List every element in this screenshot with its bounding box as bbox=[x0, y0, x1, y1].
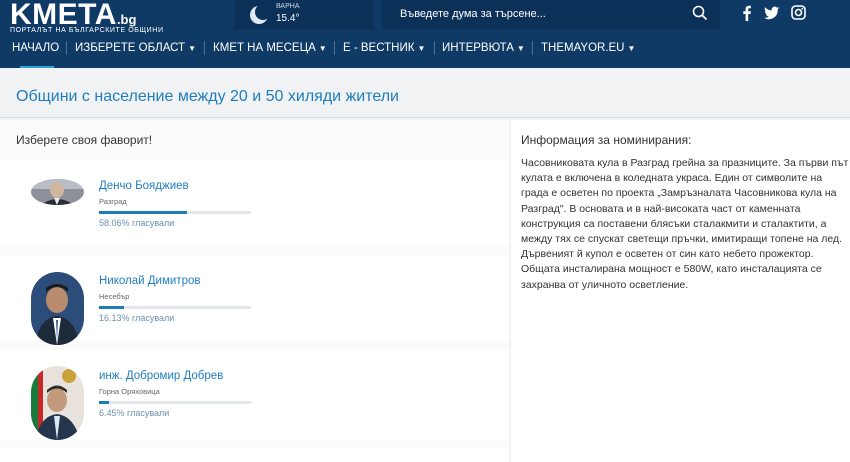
candidate-name[interactable]: Денчо Бояджиев bbox=[99, 180, 189, 192]
nav-item-themayor[interactable]: THEMAYOR.EU ▼ bbox=[541, 42, 635, 54]
nav-divider bbox=[532, 41, 533, 55]
candidate-town: Несебър bbox=[99, 292, 130, 301]
candidate-card[interactable]: инж. Добромир Добрев Горна Оряховица 6.4… bbox=[0, 350, 509, 440]
search-box[interactable]: Въведете дума за търсене... bbox=[382, 0, 720, 30]
active-nav-indicator bbox=[20, 66, 54, 68]
search-input[interactable]: Въведете дума за търсене... bbox=[400, 8, 546, 20]
nav-divider bbox=[334, 41, 335, 55]
moon-icon bbox=[250, 4, 270, 24]
logo-tagline: ПОРТАЛЪТ НА БЪЛГАРСКИТЕ ОБЩИНИ bbox=[10, 27, 164, 34]
candidate-town: Горна Оряховица bbox=[99, 387, 160, 396]
chevron-down-icon: ▼ bbox=[627, 44, 636, 53]
candidate-percent: 58.06% гласували bbox=[99, 218, 175, 228]
instagram-icon[interactable] bbox=[791, 5, 806, 20]
nav-item-home[interactable]: НАЧАЛО bbox=[12, 42, 59, 54]
vote-progress-bar bbox=[99, 401, 251, 404]
weather-city: ВАРНА bbox=[276, 3, 300, 10]
site-header: KMETA.bg ПОРТАЛЪТ НА БЪЛГАРСКИТЕ ОБЩИНИ … bbox=[0, 0, 850, 68]
twitter-icon[interactable] bbox=[764, 5, 780, 21]
chevron-down-icon: ▼ bbox=[188, 44, 196, 53]
candidate-photo bbox=[31, 272, 84, 345]
nav-divider bbox=[66, 41, 67, 55]
candidate-town: Разград bbox=[99, 197, 127, 206]
candidate-percent: 6.45% гласували bbox=[99, 408, 170, 418]
divider bbox=[0, 117, 850, 118]
chevron-down-icon: ▼ bbox=[417, 44, 426, 53]
vote-progress-bar bbox=[99, 211, 251, 214]
chevron-down-icon: ▼ bbox=[318, 44, 327, 53]
vote-progress-fill bbox=[99, 211, 188, 214]
candidate-photo bbox=[31, 366, 84, 440]
candidate-name[interactable]: Николай Димитров bbox=[99, 275, 200, 287]
weather-temp: 15.4° bbox=[276, 13, 300, 24]
info-text: Часовниковата кула в Разград грейна за п… bbox=[521, 157, 849, 291]
vote-progress-fill bbox=[99, 306, 124, 309]
nav-divider bbox=[434, 41, 435, 55]
candidate-card[interactable] bbox=[0, 448, 509, 462]
logo-suffix: .bg bbox=[116, 12, 137, 27]
candidate-card[interactable]: Николай Димитров Несебър 16.13% гласувал… bbox=[0, 255, 509, 345]
nav-item-mayor-of-month[interactable]: КМЕТ НА МЕСЕЦА ▼ bbox=[213, 42, 327, 54]
vote-progress-bar bbox=[99, 306, 251, 309]
search-icon[interactable] bbox=[692, 5, 708, 21]
vote-heading: Изберете своя фаворит! bbox=[16, 133, 153, 147]
vote-progress-fill bbox=[99, 401, 109, 404]
nav-item-region[interactable]: ИЗБЕРЕТЕ ОБЛАСТ ▼ bbox=[75, 42, 196, 54]
site-logo[interactable]: KMETA.bg ПОРТАЛЪТ НА БЪЛГАРСКИТЕ ОБЩИНИ bbox=[10, 0, 164, 34]
candidate-card[interactable]: Денчо Бояджиев Разград 58.06% гласували bbox=[0, 160, 509, 244]
facebook-icon[interactable] bbox=[740, 5, 754, 21]
info-title: Информация за номинирания: bbox=[521, 133, 692, 147]
candidate-photo bbox=[31, 179, 84, 205]
chevron-down-icon: ▼ bbox=[516, 44, 525, 53]
candidate-percent: 16.13% гласували bbox=[99, 313, 175, 323]
weather-widget: ВАРНА 15.4° bbox=[234, 0, 374, 30]
candidate-name[interactable]: инж. Добромир Добрев bbox=[99, 370, 223, 382]
page-title: Общини с население между 20 и 50 хиляди … bbox=[16, 88, 399, 105]
main-nav: НАЧАЛО ИЗБЕРЕТЕ ОБЛАСТ ▼ КМЕТ НА МЕСЕЦА ▼ … bbox=[0, 39, 850, 61]
nav-item-e-newspaper[interactable]: Е - ВЕСТНИК ▼ bbox=[343, 42, 425, 54]
nav-divider bbox=[204, 41, 205, 55]
nav-item-interviews[interactable]: ИНТЕРВЮТА ▼ bbox=[442, 42, 525, 54]
